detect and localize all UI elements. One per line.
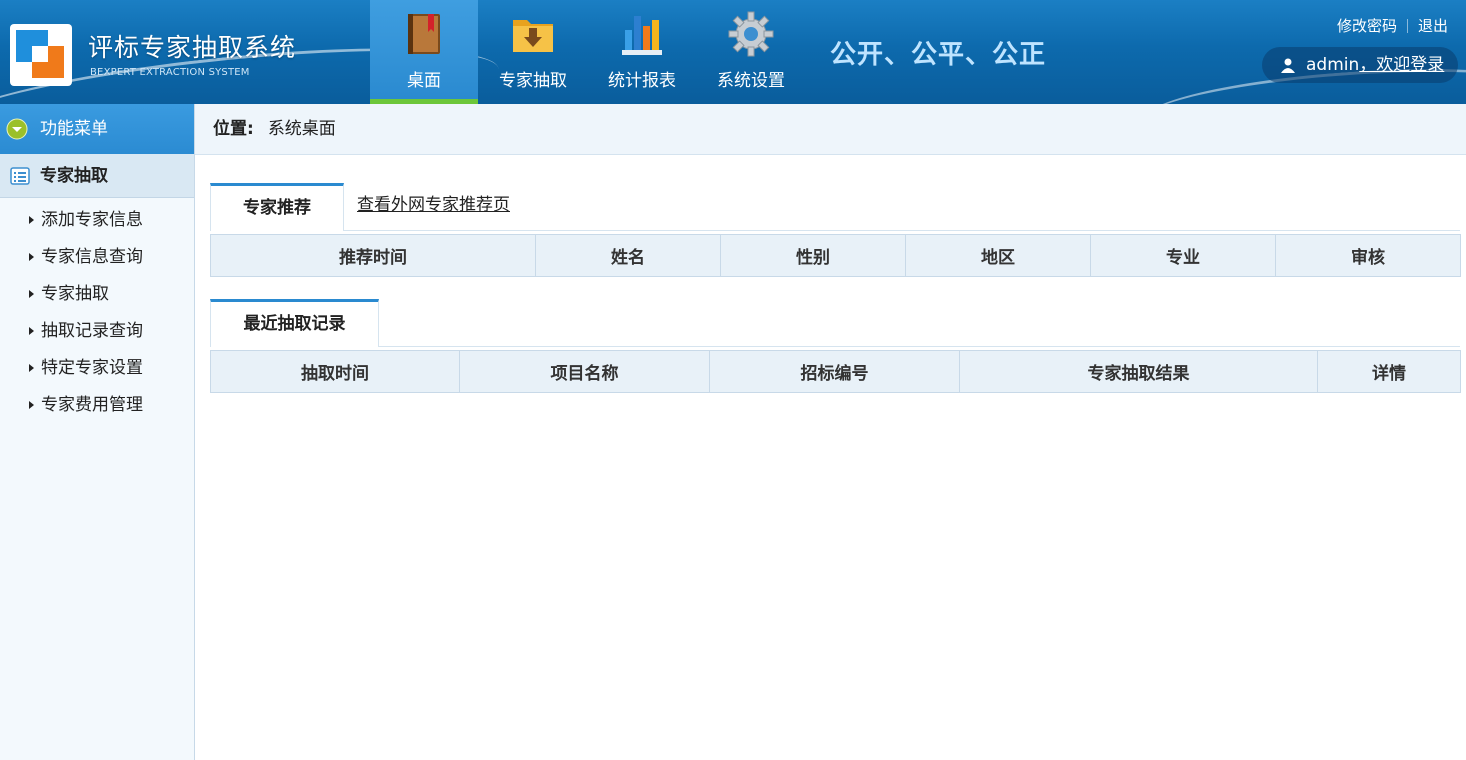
caret-right-icon xyxy=(29,364,34,372)
column-header: 项目名称 xyxy=(459,350,710,393)
records-table: 抽取时间 项目名称 招标编号 专家抽取结果 详情 xyxy=(210,350,1461,393)
welcome-login-link[interactable]: ，欢迎登录 xyxy=(1359,55,1444,75)
column-header: 专家抽取结果 xyxy=(959,350,1318,393)
book-icon xyxy=(408,14,440,54)
username: admin xyxy=(1306,55,1360,75)
sidebar: 功能菜单 专家抽取 添加专家信息 专家信息查询 专家抽取 抽取记录查询 特定专家… xyxy=(0,104,195,760)
folder-download-icon xyxy=(513,20,553,52)
list-icon xyxy=(10,167,30,185)
sidebar-item-label: 抽取记录查询 xyxy=(41,321,143,341)
breadcrumb: 位置: 系统桌面 xyxy=(195,104,1466,155)
table-header-row: 抽取时间 项目名称 招标编号 专家抽取结果 详情 xyxy=(210,350,1461,393)
app-subtitle: BEXPERT EXTRACTION SYSTEM xyxy=(90,67,250,78)
logo-icon xyxy=(10,24,72,86)
sidebar-item-add-expert[interactable]: 添加专家信息 xyxy=(0,202,194,239)
column-header: 审核 xyxy=(1275,234,1461,277)
column-header: 专业 xyxy=(1090,234,1276,277)
caret-right-icon xyxy=(29,216,34,224)
sidebar-item-label: 专家费用管理 xyxy=(41,395,143,415)
menu-title: 功能菜单 xyxy=(40,119,108,139)
user-icon xyxy=(1281,58,1295,73)
recommend-table: 推荐时间 姓名 性别 地区 专业 审核 xyxy=(210,234,1461,277)
records-tab-row: 最近抽取记录 xyxy=(210,299,1460,347)
column-header: 招标编号 xyxy=(709,350,960,393)
top-links: 修改密码 退出 xyxy=(1337,15,1448,36)
bar-chart-icon xyxy=(622,16,662,55)
column-header: 姓名 xyxy=(535,234,721,277)
sidebar-item-label: 添加专家信息 xyxy=(41,210,143,230)
slogan: 公开、公平、公正 xyxy=(830,40,1047,70)
chevron-down-circle-icon xyxy=(6,118,28,140)
view-external-recommend-link[interactable]: 查看外网专家推荐页 xyxy=(357,183,510,227)
nav-expert-extraction[interactable]: 专家抽取 xyxy=(479,0,587,104)
logout-link[interactable]: 退出 xyxy=(1418,17,1448,35)
caret-right-icon xyxy=(29,290,34,298)
column-header: 抽取时间 xyxy=(210,350,460,393)
change-password-link[interactable]: 修改密码 xyxy=(1337,17,1397,35)
column-header: 推荐时间 xyxy=(210,234,536,277)
table-header-row: 推荐时间 姓名 性别 地区 专业 审核 xyxy=(210,234,1461,277)
nav-label-desktop: 桌面 xyxy=(407,71,441,91)
recommend-tab-row: 专家推荐 查看外网专家推荐页 xyxy=(210,183,1460,231)
top-header: 评标专家抽取系统 BEXPERT EXTRACTION SYSTEM 桌面 专家… xyxy=(0,0,1466,104)
caret-right-icon xyxy=(29,327,34,335)
nav-system-settings[interactable]: 系统设置 xyxy=(697,0,805,104)
nav-statistics[interactable]: 统计报表 xyxy=(588,0,696,104)
column-header: 性别 xyxy=(720,234,906,277)
nav-label-expert-extraction: 专家抽取 xyxy=(499,71,567,91)
column-header: 详情 xyxy=(1317,350,1461,393)
nav-label-system-settings: 系统设置 xyxy=(717,71,785,91)
sidebar-item-label: 特定专家设置 xyxy=(41,358,143,378)
sidebar-item-expert-extraction[interactable]: 专家抽取 xyxy=(0,276,194,313)
nav-label-statistics: 统计报表 xyxy=(608,71,676,91)
breadcrumb-label: 位置: xyxy=(213,119,254,139)
menu-header[interactable]: 功能菜单 xyxy=(0,104,194,154)
caret-right-icon xyxy=(29,253,34,261)
sidebar-item-label: 专家抽取 xyxy=(41,284,109,304)
caret-right-icon xyxy=(29,401,34,409)
tab-expert-recommend[interactable]: 专家推荐 xyxy=(210,183,344,231)
menu-section-title: 专家抽取 xyxy=(40,166,108,186)
breadcrumb-current: 系统桌面 xyxy=(267,119,336,139)
column-header: 地区 xyxy=(905,234,1091,277)
user-greeting: admin，欢迎登录 xyxy=(1262,47,1458,83)
app-title: 评标专家抽取系统 xyxy=(88,33,297,62)
sidebar-item-label: 专家信息查询 xyxy=(41,247,143,267)
tab-recent-records[interactable]: 最近抽取记录 xyxy=(210,299,379,347)
sidebar-item-expert-fee-management[interactable]: 专家费用管理 xyxy=(0,387,194,424)
sidebar-item-specific-expert-settings[interactable]: 特定专家设置 xyxy=(0,350,194,387)
sidebar-item-expert-query[interactable]: 专家信息查询 xyxy=(0,239,194,276)
nav-desktop[interactable]: 桌面 xyxy=(370,0,478,104)
gear-icon xyxy=(728,11,774,57)
sidebar-item-extraction-records[interactable]: 抽取记录查询 xyxy=(0,313,194,350)
menu-section-expert-extraction[interactable]: 专家抽取 xyxy=(0,154,194,198)
